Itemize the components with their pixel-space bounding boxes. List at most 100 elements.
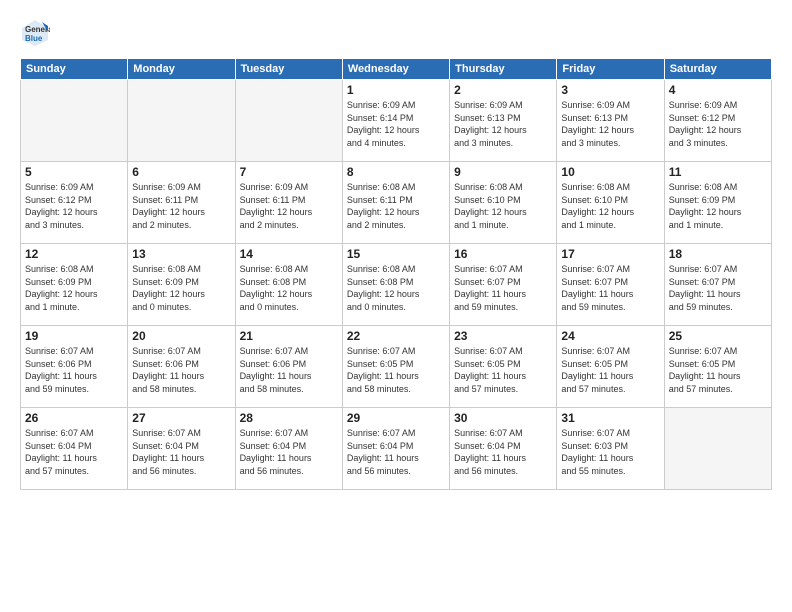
day-number: 11 [669, 165, 767, 179]
calendar-cell: 6 Sunrise: 6:09 AM Sunset: 6:11 PM Daylig… [128, 162, 235, 244]
day-info: Sunrise: 6:08 AM Sunset: 6:10 PM Dayligh… [561, 181, 659, 231]
day-number: 1 [347, 83, 445, 97]
calendar: SundayMondayTuesdayWednesdayThursdayFrid… [20, 58, 772, 490]
day-info: Sunrise: 6:08 AM Sunset: 6:08 PM Dayligh… [347, 263, 445, 313]
day-info: Sunrise: 6:09 AM Sunset: 6:14 PM Dayligh… [347, 99, 445, 149]
day-info: Sunrise: 6:07 AM Sunset: 6:04 PM Dayligh… [454, 427, 552, 477]
calendar-cell: 3 Sunrise: 6:09 AM Sunset: 6:13 PM Daylig… [557, 80, 664, 162]
calendar-cell: 17 Sunrise: 6:07 AM Sunset: 6:07 PM Dayli… [557, 244, 664, 326]
day-info: Sunrise: 6:07 AM Sunset: 6:04 PM Dayligh… [132, 427, 230, 477]
week-row-1: 1 Sunrise: 6:09 AM Sunset: 6:14 PM Daylig… [21, 80, 772, 162]
day-info: Sunrise: 6:08 AM Sunset: 6:10 PM Dayligh… [454, 181, 552, 231]
calendar-cell: 31 Sunrise: 6:07 AM Sunset: 6:03 PM Dayli… [557, 408, 664, 490]
day-number: 5 [25, 165, 123, 179]
calendar-cell: 26Sunrise: 6:07 AM Sunset: 6:04 PM Dayli… [21, 408, 128, 490]
calendar-cell: 4Sunrise: 6:09 AM Sunset: 6:12 PM Daylig… [664, 80, 771, 162]
day-number: 17 [561, 247, 659, 261]
weekday-header-wednesday: Wednesday [342, 59, 449, 80]
calendar-cell [128, 80, 235, 162]
day-number: 8 [347, 165, 445, 179]
day-number: 12 [25, 247, 123, 261]
calendar-cell: 10 Sunrise: 6:08 AM Sunset: 6:10 PM Dayli… [557, 162, 664, 244]
day-number: 13 [132, 247, 230, 261]
day-info: Sunrise: 6:07 AM Sunset: 6:05 PM Dayligh… [561, 345, 659, 395]
day-info: Sunrise: 6:08 AM Sunset: 6:08 PM Dayligh… [240, 263, 338, 313]
day-number: 28 [240, 411, 338, 425]
calendar-cell: 29 Sunrise: 6:07 AM Sunset: 6:04 PM Dayli… [342, 408, 449, 490]
day-number: 19 [25, 329, 123, 343]
day-number: 30 [454, 411, 552, 425]
day-number: 10 [561, 165, 659, 179]
day-number: 9 [454, 165, 552, 179]
calendar-cell: 9 Sunrise: 6:08 AM Sunset: 6:10 PM Daylig… [450, 162, 557, 244]
calendar-cell [664, 408, 771, 490]
day-info: Sunrise: 6:08 AM Sunset: 6:09 PM Dayligh… [132, 263, 230, 313]
page: General Blue SundayMondayTuesdayWednesda… [0, 0, 792, 612]
day-number: 25 [669, 329, 767, 343]
calendar-cell: 16Sunrise: 6:07 AM Sunset: 6:07 PM Dayli… [450, 244, 557, 326]
day-number: 3 [561, 83, 659, 97]
weekday-header-tuesday: Tuesday [235, 59, 342, 80]
day-info: Sunrise: 6:09 AM Sunset: 6:13 PM Dayligh… [454, 99, 552, 149]
calendar-cell: 18 Sunrise: 6:07 AM Sunset: 6:07 PM Dayli… [664, 244, 771, 326]
day-number: 22 [347, 329, 445, 343]
day-info: Sunrise: 6:07 AM Sunset: 6:07 PM Dayligh… [454, 263, 552, 313]
calendar-cell: 2 Sunrise: 6:09 AM Sunset: 6:13 PM Daylig… [450, 80, 557, 162]
day-number: 27 [132, 411, 230, 425]
day-info: Sunrise: 6:08 AM Sunset: 6:09 PM Dayligh… [669, 181, 767, 231]
day-number: 21 [240, 329, 338, 343]
calendar-cell: 8Sunrise: 6:08 AM Sunset: 6:11 PM Daylig… [342, 162, 449, 244]
day-number: 31 [561, 411, 659, 425]
calendar-cell: 27 Sunrise: 6:07 AM Sunset: 6:04 PM Dayli… [128, 408, 235, 490]
day-number: 18 [669, 247, 767, 261]
weekday-header-row: SundayMondayTuesdayWednesdayThursdayFrid… [21, 59, 772, 80]
calendar-cell: 15 Sunrise: 6:08 AM Sunset: 6:08 PM Dayli… [342, 244, 449, 326]
calendar-cell: 21 Sunrise: 6:07 AM Sunset: 6:06 PM Dayli… [235, 326, 342, 408]
weekday-header-thursday: Thursday [450, 59, 557, 80]
week-row-4: 19 Sunrise: 6:07 AM Sunset: 6:06 PM Dayli… [21, 326, 772, 408]
weekday-header-friday: Friday [557, 59, 664, 80]
weekday-header-sunday: Sunday [21, 59, 128, 80]
day-info: Sunrise: 6:07 AM Sunset: 6:05 PM Dayligh… [669, 345, 767, 395]
calendar-cell [21, 80, 128, 162]
week-row-5: 26Sunrise: 6:07 AM Sunset: 6:04 PM Dayli… [21, 408, 772, 490]
day-info: Sunrise: 6:07 AM Sunset: 6:05 PM Dayligh… [347, 345, 445, 395]
day-info: Sunrise: 6:07 AM Sunset: 6:06 PM Dayligh… [132, 345, 230, 395]
logo-icon: General Blue [20, 18, 50, 48]
day-number: 14 [240, 247, 338, 261]
day-info: Sunrise: 6:07 AM Sunset: 6:06 PM Dayligh… [25, 345, 123, 395]
day-number: 29 [347, 411, 445, 425]
day-number: 7 [240, 165, 338, 179]
calendar-cell [235, 80, 342, 162]
calendar-cell: 22 Sunrise: 6:07 AM Sunset: 6:05 PM Dayli… [342, 326, 449, 408]
calendar-cell: 30 Sunrise: 6:07 AM Sunset: 6:04 PM Dayli… [450, 408, 557, 490]
day-info: Sunrise: 6:09 AM Sunset: 6:13 PM Dayligh… [561, 99, 659, 149]
day-number: 15 [347, 247, 445, 261]
calendar-cell: 19 Sunrise: 6:07 AM Sunset: 6:06 PM Dayli… [21, 326, 128, 408]
day-info: Sunrise: 6:07 AM Sunset: 6:07 PM Dayligh… [669, 263, 767, 313]
day-info: Sunrise: 6:08 AM Sunset: 6:09 PM Dayligh… [25, 263, 123, 313]
calendar-cell: 28 Sunrise: 6:07 AM Sunset: 6:04 PM Dayli… [235, 408, 342, 490]
day-info: Sunrise: 6:07 AM Sunset: 6:05 PM Dayligh… [454, 345, 552, 395]
weekday-header-saturday: Saturday [664, 59, 771, 80]
calendar-cell: 23Sunrise: 6:07 AM Sunset: 6:05 PM Dayli… [450, 326, 557, 408]
calendar-cell: 5Sunrise: 6:09 AM Sunset: 6:12 PM Daylig… [21, 162, 128, 244]
calendar-cell: 11 Sunrise: 6:08 AM Sunset: 6:09 PM Dayli… [664, 162, 771, 244]
day-info: Sunrise: 6:07 AM Sunset: 6:07 PM Dayligh… [561, 263, 659, 313]
day-info: Sunrise: 6:07 AM Sunset: 6:04 PM Dayligh… [347, 427, 445, 477]
calendar-cell: 7Sunrise: 6:09 AM Sunset: 6:11 PM Daylig… [235, 162, 342, 244]
calendar-cell: 1 Sunrise: 6:09 AM Sunset: 6:14 PM Daylig… [342, 80, 449, 162]
day-number: 6 [132, 165, 230, 179]
header: General Blue [20, 18, 772, 48]
day-info: Sunrise: 6:07 AM Sunset: 6:04 PM Dayligh… [25, 427, 123, 477]
day-info: Sunrise: 6:07 AM Sunset: 6:06 PM Dayligh… [240, 345, 338, 395]
day-number: 2 [454, 83, 552, 97]
day-number: 20 [132, 329, 230, 343]
day-info: Sunrise: 6:09 AM Sunset: 6:11 PM Dayligh… [132, 181, 230, 231]
week-row-2: 5Sunrise: 6:09 AM Sunset: 6:12 PM Daylig… [21, 162, 772, 244]
day-info: Sunrise: 6:07 AM Sunset: 6:03 PM Dayligh… [561, 427, 659, 477]
svg-text:Blue: Blue [25, 34, 43, 43]
logo: General Blue [20, 18, 54, 48]
day-info: Sunrise: 6:07 AM Sunset: 6:04 PM Dayligh… [240, 427, 338, 477]
week-row-3: 12 Sunrise: 6:08 AM Sunset: 6:09 PM Dayli… [21, 244, 772, 326]
